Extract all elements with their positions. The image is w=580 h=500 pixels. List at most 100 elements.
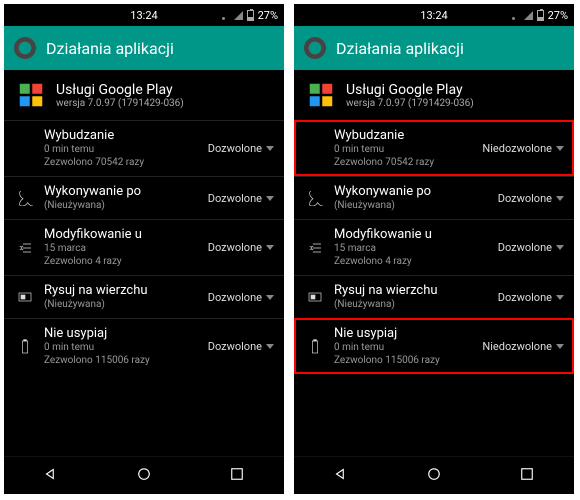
- permission-count: Zezwolono 70542 razy: [334, 156, 482, 169]
- permission-subtitle: 0 min temu: [44, 341, 208, 354]
- app-version: wersja 7.0.97 (1791429-036): [346, 98, 474, 109]
- permission-title: Rysuj na wierzchu: [44, 283, 208, 298]
- permission-row[interactable]: Rysuj na wierzchu (Nieużywana) Dozwolone: [4, 275, 284, 318]
- permission-action-label: Dozwolone: [498, 291, 552, 304]
- permission-action-label: Dozwolone: [208, 241, 262, 254]
- permission-subtitle: 0 min temu: [44, 143, 208, 156]
- permission-subtitle: (Nieużywana): [334, 298, 498, 311]
- settings-gear-icon: [14, 37, 36, 59]
- row-icon: [12, 190, 38, 206]
- play-services-icon: [306, 80, 336, 110]
- signal-icon: [234, 11, 243, 20]
- permission-row[interactable]: Nie usypiaj 0 min temu Zezwolono 115006 …: [294, 318, 574, 374]
- chevron-down-icon: [266, 245, 274, 250]
- permission-list: Wybudzanie 0 min temu Zezwolono 70542 ra…: [294, 120, 574, 374]
- permission-row[interactable]: Wybudzanie 0 min temu Zezwolono 70542 ra…: [4, 120, 284, 176]
- permission-title: Rysuj na wierzchu: [334, 283, 498, 298]
- permission-title: Modyfikowanie u: [44, 227, 208, 242]
- battery-percent: 27%: [258, 9, 278, 22]
- permission-action-label: Dozwolone: [498, 192, 552, 205]
- app-bar: Działania aplikacji: [294, 26, 574, 70]
- appbar-title: Działania aplikacji: [336, 39, 464, 58]
- permission-row[interactable]: Modyfikowanie u 15 marca Zezwolono 4 raz…: [4, 219, 284, 275]
- permission-title: Wykonywanie po: [334, 184, 498, 199]
- phone-right: 13:24 27% Działania aplikacji Usługi Goo…: [294, 4, 574, 494]
- permission-subtitle: 0 min temu: [334, 143, 482, 156]
- app-bar: Działania aplikacji: [4, 26, 284, 70]
- permission-action-dropdown[interactable]: Dozwolone: [498, 291, 564, 304]
- appbar-title: Działania aplikacji: [46, 39, 174, 58]
- permission-action-dropdown[interactable]: Dozwolone: [498, 192, 564, 205]
- row-icon: [12, 339, 38, 355]
- permission-action-label: Niedozwolone: [482, 142, 552, 155]
- chevron-down-icon: [556, 344, 564, 349]
- permission-title: Nie usypiaj: [44, 326, 208, 341]
- play-services-icon: [16, 80, 46, 110]
- permission-action-label: Dozwolone: [208, 192, 262, 205]
- clock: 13:24: [364, 9, 504, 22]
- app-version: wersja 7.0.97 (1791429-036): [56, 98, 184, 109]
- permission-list: Wybudzanie 0 min temu Zezwolono 70542 ra…: [4, 120, 284, 374]
- permission-row[interactable]: Modyfikowanie u 15 marca Zezwolono 4 raz…: [294, 219, 574, 275]
- row-icon: [302, 289, 328, 305]
- permission-action-dropdown[interactable]: Niedozwolone: [482, 340, 564, 353]
- row-icon: [12, 289, 38, 305]
- clock: 13:24: [74, 9, 214, 22]
- nav-back-icon[interactable]: [332, 465, 350, 487]
- permission-title: Modyfikowanie u: [334, 227, 498, 242]
- app-info: Usługi Google Play wersja 7.0.97 (179142…: [4, 70, 284, 120]
- permission-subtitle: 15 marca: [334, 242, 498, 255]
- battery-icon: [247, 10, 254, 21]
- nav-home-icon[interactable]: [425, 465, 443, 487]
- chevron-down-icon: [266, 344, 274, 349]
- nav-recent-icon[interactable]: [228, 465, 246, 487]
- permission-action-dropdown[interactable]: Niedozwolone: [482, 142, 564, 155]
- permission-title: Wybudzanie: [44, 128, 208, 143]
- permission-action-dropdown[interactable]: Dozwolone: [208, 142, 274, 155]
- permission-action-label: Dozwolone: [498, 241, 552, 254]
- wifi-icon: [508, 10, 520, 20]
- nav-home-icon[interactable]: [135, 465, 153, 487]
- permission-subtitle: (Nieużywana): [44, 298, 208, 311]
- permission-action-dropdown[interactable]: Dozwolone: [208, 340, 274, 353]
- permission-action-dropdown[interactable]: Dozwolone: [498, 241, 564, 254]
- chevron-down-icon: [266, 295, 274, 300]
- permission-count: Zezwolono 115006 razy: [44, 354, 208, 367]
- permission-action-label: Niedozwolone: [482, 340, 552, 353]
- permission-title: Wybudzanie: [334, 128, 482, 143]
- permission-subtitle: (Nieużywana): [44, 199, 208, 212]
- wifi-icon: [218, 10, 230, 20]
- permission-action-dropdown[interactable]: Dozwolone: [208, 241, 274, 254]
- permission-row[interactable]: Wybudzanie 0 min temu Zezwolono 70542 ra…: [294, 120, 574, 176]
- status-bar: 13:24 27%: [4, 4, 284, 26]
- status-bar: 13:24 27%: [294, 4, 574, 26]
- chevron-down-icon: [556, 295, 564, 300]
- row-icon: [302, 339, 328, 355]
- chevron-down-icon: [266, 196, 274, 201]
- permission-subtitle: 15 marca: [44, 242, 208, 255]
- permission-row[interactable]: Nie usypiaj 0 min temu Zezwolono 115006 …: [4, 318, 284, 374]
- permission-action-label: Dozwolone: [208, 142, 262, 155]
- nav-back-icon[interactable]: [42, 465, 60, 487]
- app-name: Usługi Google Play: [56, 82, 184, 98]
- signal-icon: [524, 11, 533, 20]
- permission-count: Zezwolono 115006 razy: [334, 354, 482, 367]
- permission-row[interactable]: Wykonywanie po (Nieużywana) Dozwolone: [294, 176, 574, 219]
- chevron-down-icon: [556, 245, 564, 250]
- permission-title: Wykonywanie po: [44, 184, 208, 199]
- chevron-down-icon: [556, 196, 564, 201]
- app-name: Usługi Google Play: [346, 82, 474, 98]
- row-icon: [302, 240, 328, 256]
- permission-row[interactable]: Rysuj na wierzchu (Nieużywana) Dozwolone: [294, 275, 574, 318]
- nav-bar: [4, 456, 284, 494]
- permission-count: Zezwolono 4 razy: [334, 255, 498, 268]
- permission-action-dropdown[interactable]: Dozwolone: [208, 291, 274, 304]
- phone-left: 13:24 27% Działania aplikacji Usługi Goo…: [4, 4, 284, 494]
- permission-count: Zezwolono 4 razy: [44, 255, 208, 268]
- row-icon: [12, 240, 38, 256]
- app-info: Usługi Google Play wersja 7.0.97 (179142…: [294, 70, 574, 120]
- permission-row[interactable]: Wykonywanie po (Nieużywana) Dozwolone: [4, 176, 284, 219]
- permission-action-dropdown[interactable]: Dozwolone: [208, 192, 274, 205]
- permission-title: Nie usypiaj: [334, 326, 482, 341]
- nav-recent-icon[interactable]: [518, 465, 536, 487]
